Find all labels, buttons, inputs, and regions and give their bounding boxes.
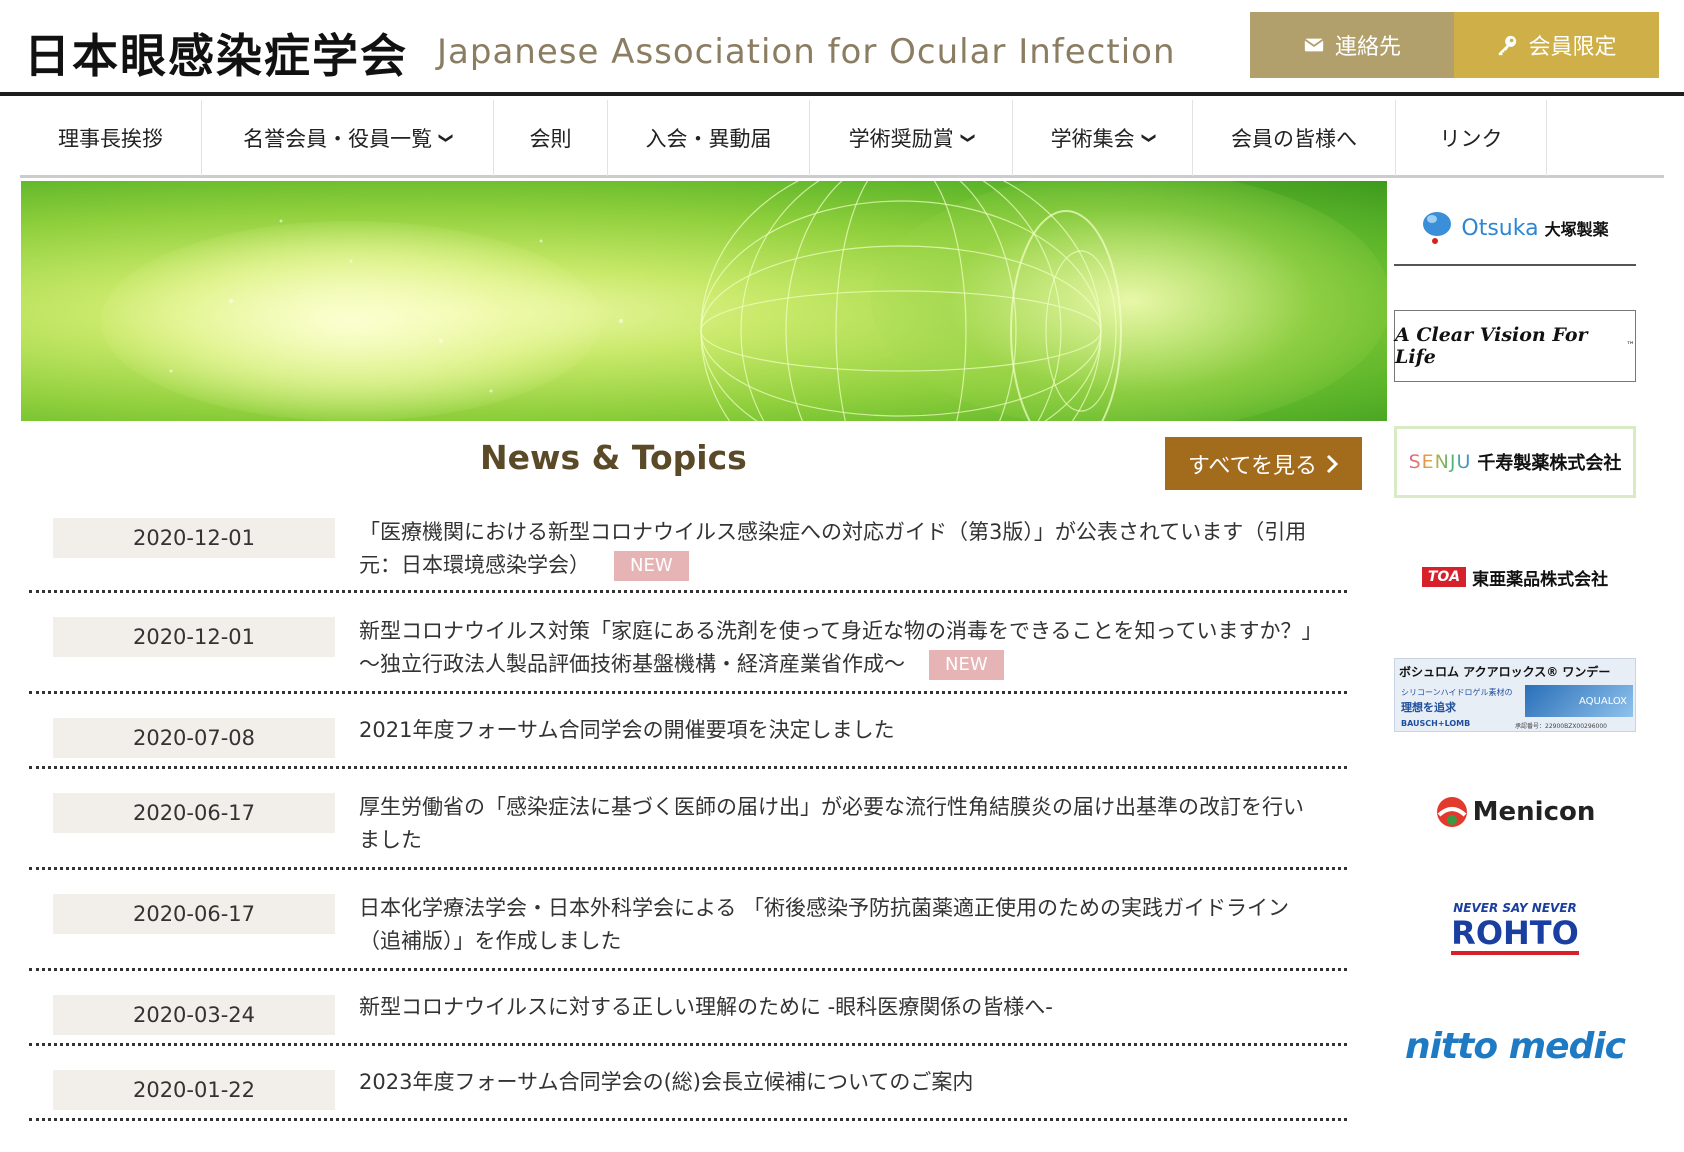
nav-label: リンク: [1439, 127, 1503, 151]
news-link[interactable]: 日本化学療法学会・日本外科学会による 「術後感染予防抗菌薬適正使用のための実践ガ…: [359, 892, 1319, 958]
nav-label: 名誉会員・役員一覧: [243, 127, 433, 151]
news-link-text: 2023年度フォーサム合同学会の(総)会長立候補についてのご案内: [359, 1070, 974, 1094]
members-label: 会員限定: [1528, 35, 1617, 60]
contact-button[interactable]: 連絡先: [1250, 12, 1454, 78]
menicon-logo-icon: [1436, 797, 1467, 827]
bausch-sub1: シリコーンハイドロゲル素材の: [1401, 688, 1513, 697]
news-row: 2020-07-08 2021年度フォーサム合同学会の開催要項を決定しました: [29, 694, 1347, 769]
jnj-text: A Clear Vision For Life: [1395, 324, 1588, 368]
menicon-text: Menicon: [1472, 797, 1596, 827]
rohto-tagline: NEVER SAY NEVER: [1453, 901, 1577, 915]
main-nav: 理事長挨拶 名誉会員・役員一覧 ❯ 会則 入会・異動届 学術奨励賞 ❯ 学術集会 ❯ …: [20, 100, 1664, 178]
chevron-right-icon: [1327, 454, 1339, 473]
sponsor-senju[interactable]: SENJU 千寿製薬株式会社: [1394, 426, 1636, 498]
news-link-text: 日本化学療法学会・日本外科学会による 「術後感染予防抗菌薬適正使用のための実践ガ…: [359, 896, 1290, 953]
otsuka-en: Otsuka: [1461, 215, 1539, 241]
sponsor-jnj[interactable]: A Clear Vision For Life ™: [1394, 310, 1636, 382]
nav-for-members[interactable]: 会員の皆様へ: [1193, 100, 1396, 176]
site-title[interactable]: 日本眼感染症学会: [24, 20, 408, 86]
envelope-icon: [1304, 38, 1324, 52]
nav-label: 理事長挨拶: [58, 127, 163, 151]
sponsor-toa[interactable]: TOA 東亜薬品株式会社: [1394, 560, 1636, 594]
nav-meetings[interactable]: 学術集会 ❯: [1013, 100, 1193, 176]
news-link[interactable]: 厚生労働省の「感染症法に基づく医師の届け出」が必要な流行性角結膜炎の届け出基準の…: [359, 791, 1319, 857]
otsuka-logo-icon: [1423, 212, 1452, 244]
site-subtitle: Japanese Association for Ocular Infectio…: [437, 32, 1176, 72]
jnj-tm: ™: [1626, 341, 1635, 351]
nav-greeting[interactable]: 理事長挨拶: [20, 100, 202, 176]
toa-mark: TOA: [1421, 567, 1467, 587]
sponsor-bausch[interactable]: ボシュロム アクアロックス® ワンデー シリコーンハイドロゲル素材の 理想を追求…: [1394, 658, 1636, 732]
news-date: 2020-06-17: [53, 894, 335, 934]
news-row: 2020-06-17 厚生労働省の「感染症法に基づく医師の届け出」が必要な流行性…: [29, 769, 1347, 870]
news-date: 2020-12-01: [53, 518, 335, 558]
sponsor-menicon[interactable]: Menicon: [1394, 790, 1636, 834]
news-link-text: 厚生労働省の「感染症法に基づく医師の届け出」が必要な流行性角結膜炎の届け出基準の…: [359, 795, 1304, 852]
nav-label: 入会・異動届: [645, 127, 772, 151]
news-row: 2020-12-01 「医療機関における新型コロナウイルス感染症への対応ガイド（…: [29, 510, 1347, 593]
sponsor-rohto[interactable]: NEVER SAY NEVER ROHTO: [1394, 893, 1636, 963]
news-row: 2020-12-01 新型コロナウイルス対策「家庭にある洗剤を使って身近な物の消…: [29, 593, 1347, 694]
members-only-button[interactable]: 会員限定: [1454, 12, 1659, 78]
nav-label: 会則: [529, 127, 572, 151]
bausch-product-box: AQUALOX: [1525, 685, 1633, 717]
news-link-text: 2021年度フォーサム合同学会の開催要項を決定しました: [359, 718, 895, 742]
bausch-sub2: 理想を追求: [1401, 701, 1456, 714]
news-link[interactable]: 新型コロナウイルス対策「家庭にある洗剤を使って身近な物の消毒をできることを知って…: [359, 615, 1333, 681]
toa-ja: 東亜薬品株式会社: [1472, 569, 1609, 590]
chevron-down-icon: ❯: [959, 132, 976, 144]
bausch-product: AQUALOX: [1579, 695, 1627, 707]
nav-academic-award[interactable]: 学術奨励賞 ❯: [810, 100, 1013, 176]
bausch-headline: ボシュロム アクアロックス® ワンデー: [1399, 665, 1611, 679]
nav-label: 会員の皆様へ: [1231, 127, 1357, 151]
news-link-text: 新型コロナウイルスに対する正しい理解のために -眼科医療関係の皆様へ-: [359, 995, 1053, 1019]
eyeball-wireframe: [169, 181, 1122, 421]
news-link-text: 「医療機関における新型コロナウイルス感染症への対応ガイド（第3版）」が公表されて…: [359, 520, 1307, 577]
news-link[interactable]: 2021年度フォーサム合同学会の開催要項を決定しました: [359, 714, 1319, 747]
contact-label: 連絡先: [1334, 35, 1401, 60]
news-row: 2020-03-24 新型コロナウイルスに対する正しい理解のために -眼科医療関…: [29, 971, 1347, 1046]
news-date: 2020-06-17: [53, 793, 335, 833]
hero-banner: [21, 181, 1387, 421]
key-icon: [1499, 35, 1517, 56]
bausch-approval: 承認番号：22900BZX00296000: [1515, 723, 1607, 730]
see-all-button[interactable]: すべてを見る: [1165, 437, 1362, 490]
news-row: 2020-01-22 2023年度フォーサム合同学会の(総)会長立候補についての…: [29, 1046, 1347, 1121]
nav-label: 学術集会: [1050, 127, 1135, 151]
site-header: 日本眼感染症学会 Japanese Association for Ocular…: [0, 0, 1684, 96]
new-badge: NEW: [929, 650, 1004, 680]
nav-bylaws[interactable]: 会則: [494, 100, 608, 176]
nav-membership[interactable]: 入会・異動届: [608, 100, 810, 176]
news-date: 2020-03-24: [53, 995, 335, 1035]
news-link-text: 新型コロナウイルス対策「家庭にある洗剤を使って身近な物の消毒をできることを知って…: [359, 619, 1333, 676]
chevron-down-icon: ❯: [437, 132, 454, 144]
nav-links[interactable]: リンク: [1396, 100, 1547, 176]
news-section-title: News & Topics: [480, 438, 747, 477]
sponsor-otsuka[interactable]: Otsuka 大塚製薬: [1394, 192, 1636, 266]
chevron-down-icon: ❯: [1140, 132, 1157, 144]
senju-ja: 千寿製薬株式会社: [1477, 453, 1622, 474]
new-badge: NEW: [614, 551, 689, 581]
see-all-label: すべてを見る: [1187, 453, 1318, 479]
senju-en: SENJU: [1408, 451, 1472, 473]
nav-honorary-members[interactable]: 名誉会員・役員一覧 ❯: [202, 100, 494, 176]
nav-label: 学術奨励賞: [848, 127, 954, 151]
rohto-text: ROHTO: [1451, 915, 1579, 955]
news-date: 2020-07-08: [53, 718, 335, 758]
news-row: 2020-06-17 日本化学療法学会・日本外科学会による 「術後感染予防抗菌薬…: [29, 870, 1347, 971]
nitto-text: nitto medic: [1404, 1025, 1626, 1067]
news-link[interactable]: 2023年度フォーサム合同学会の(総)会長立候補についてのご案内: [359, 1066, 1319, 1099]
otsuka-ja: 大塚製薬: [1544, 220, 1609, 239]
news-date: 2020-12-01: [53, 617, 335, 657]
news-date: 2020-01-22: [53, 1070, 335, 1110]
bausch-brand: BAUSCH+LOMB: [1401, 719, 1471, 728]
news-list: 2020-12-01 「医療機関における新型コロナウイルス感染症への対応ガイド（…: [29, 510, 1347, 1121]
sponsor-nitto[interactable]: nitto medic: [1394, 1020, 1636, 1072]
news-link[interactable]: 新型コロナウイルスに対する正しい理解のために -眼科医療関係の皆様へ-: [359, 991, 1319, 1024]
news-link[interactable]: 「医療機関における新型コロナウイルス感染症への対応ガイド（第3版）」が公表されて…: [359, 516, 1319, 582]
